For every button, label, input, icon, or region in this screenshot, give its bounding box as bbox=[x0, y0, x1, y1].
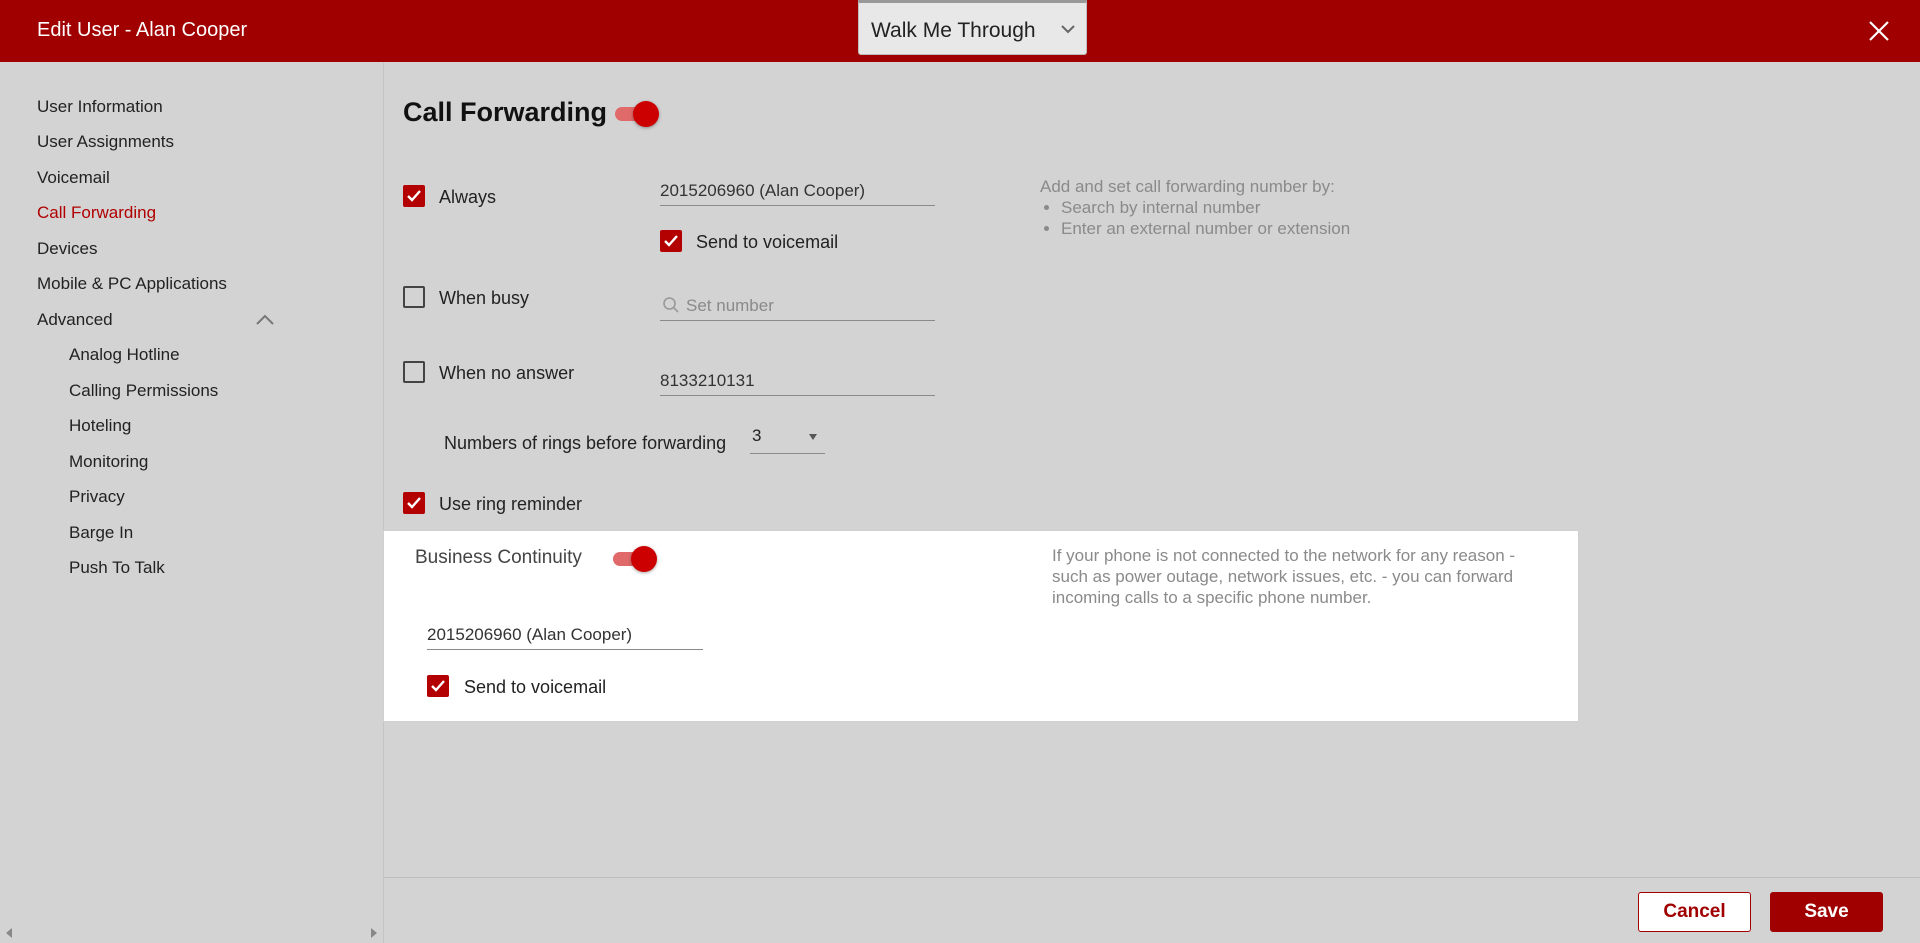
help-intro: Add and set call forwarding number by: bbox=[1040, 177, 1335, 196]
scroll-right-icon[interactable] bbox=[369, 927, 379, 939]
when-busy-placeholder: Set number bbox=[686, 296, 774, 315]
business-continuity-toggle[interactable] bbox=[613, 545, 657, 573]
rings-label: Numbers of rings before forwarding bbox=[444, 433, 727, 453]
business-continuity-send-to-voicemail-checkbox[interactable] bbox=[427, 675, 449, 697]
scroll-left-icon[interactable] bbox=[4, 927, 14, 939]
sidebar-item-monitoring[interactable]: Monitoring bbox=[69, 452, 148, 472]
close-icon[interactable] bbox=[1864, 16, 1894, 46]
always-checkbox[interactable] bbox=[403, 185, 425, 207]
call-forwarding-toggle[interactable] bbox=[615, 100, 659, 128]
sidebar-item-call-forwarding[interactable]: Call Forwarding bbox=[37, 203, 156, 223]
sidebar-item-barge-in[interactable]: Barge In bbox=[69, 523, 133, 543]
business-continuity-title: Business Continuity bbox=[415, 547, 582, 568]
when-no-answer-number-value: 8133210131 bbox=[660, 371, 755, 390]
business-continuity-number-field[interactable]: 2015206960 (Alan Cooper) bbox=[427, 620, 703, 650]
always-send-to-voicemail-checkbox[interactable] bbox=[660, 230, 682, 252]
always-send-to-voicemail-label: Send to voicemail bbox=[696, 232, 839, 252]
toggle-knob bbox=[631, 546, 657, 572]
walk-me-through-dropdown[interactable]: Walk Me Through bbox=[858, 0, 1087, 55]
sidebar-item-user-information[interactable]: User Information bbox=[37, 97, 163, 117]
rings-value: 3 bbox=[752, 426, 762, 445]
cancel-button[interactable]: Cancel bbox=[1638, 892, 1751, 932]
help-bullet: Enter an external number or extension bbox=[1061, 218, 1460, 239]
business-continuity-number-value: 2015206960 (Alan Cooper) bbox=[427, 625, 633, 644]
always-label: Always bbox=[439, 187, 497, 207]
sidebar-item-analog-hotline[interactable]: Analog Hotline bbox=[69, 345, 180, 365]
when-busy-checkbox[interactable] bbox=[403, 286, 425, 308]
sidebar-item-privacy[interactable]: Privacy bbox=[69, 487, 125, 507]
check-icon bbox=[407, 190, 421, 202]
sidebar-item-user-assignments[interactable]: User Assignments bbox=[37, 132, 174, 152]
when-busy-label: When busy bbox=[439, 288, 530, 308]
always-number-value: 2015206960 (Alan Cooper) bbox=[660, 181, 866, 200]
check-icon bbox=[407, 497, 421, 509]
sidebar-item-hoteling[interactable]: Hoteling bbox=[69, 416, 131, 436]
check-icon bbox=[431, 680, 445, 692]
ring-reminder-checkbox[interactable] bbox=[403, 492, 425, 514]
sidebar-item-calling-permissions[interactable]: Calling Permissions bbox=[69, 381, 218, 401]
search-icon bbox=[663, 297, 679, 313]
call-forwarding-help: Add and set call forwarding number by: S… bbox=[1040, 176, 1460, 239]
walk-me-through-label: Walk Me Through bbox=[871, 19, 1036, 42]
help-bullet: Search by internal number bbox=[1061, 197, 1460, 218]
when-no-answer-label: When no answer bbox=[439, 363, 575, 383]
chevron-up-icon[interactable] bbox=[254, 313, 276, 327]
sidebar-item-push-to-talk[interactable]: Push To Talk bbox=[69, 558, 165, 578]
toggle-knob bbox=[633, 101, 659, 127]
sidebar-item-mobile-pc-applications[interactable]: Mobile & PC Applications bbox=[37, 274, 227, 294]
check-icon bbox=[664, 235, 678, 247]
save-button[interactable]: Save bbox=[1770, 892, 1883, 932]
caret-down-icon bbox=[809, 434, 817, 440]
ring-reminder-label: Use ring reminder bbox=[439, 494, 583, 514]
page-title: Call Forwarding bbox=[403, 97, 608, 127]
window-title: Edit User - Alan Cooper bbox=[37, 19, 248, 41]
when-no-answer-number-field[interactable]: 8133210131 bbox=[660, 366, 935, 396]
business-continuity-send-to-voicemail-label: Send to voicemail bbox=[464, 677, 607, 697]
when-no-answer-checkbox[interactable] bbox=[403, 361, 425, 383]
always-number-field[interactable]: 2015206960 (Alan Cooper) bbox=[660, 176, 935, 206]
when-busy-number-field[interactable]: Set number bbox=[660, 291, 935, 321]
sidebar-item-voicemail[interactable]: Voicemail bbox=[37, 168, 110, 188]
sidebar bbox=[0, 62, 384, 943]
sidebar-item-advanced[interactable]: Advanced bbox=[37, 310, 113, 330]
business-continuity-help: If your phone is not connected to the ne… bbox=[1052, 546, 1516, 607]
chevron-down-icon bbox=[1061, 25, 1075, 34]
rings-select[interactable]: 3 bbox=[750, 422, 825, 454]
sidebar-item-devices[interactable]: Devices bbox=[37, 239, 97, 259]
